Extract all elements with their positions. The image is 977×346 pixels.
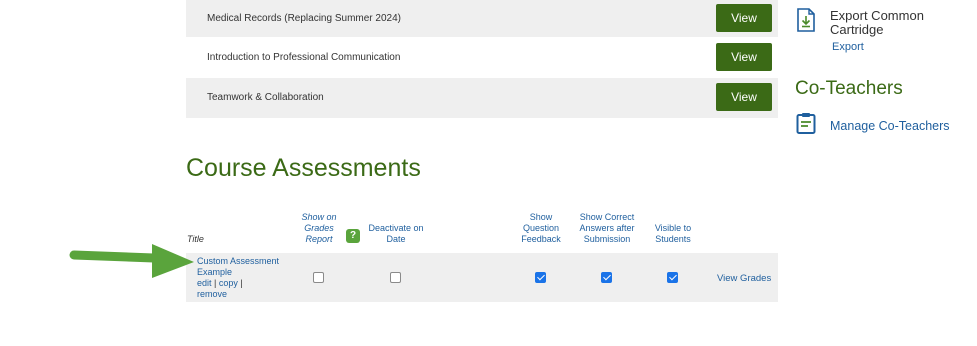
show-on-grades-checkbox[interactable] <box>313 272 324 283</box>
col-show-on-grades: Show on Grades Report <box>301 212 337 244</box>
separator: | <box>240 278 243 288</box>
module-title: Introduction to Professional Communicati… <box>207 52 401 63</box>
show-answers-checkbox[interactable] <box>601 272 612 283</box>
annotation-arrow-icon <box>68 240 198 291</box>
export-title: Export Common Cartridge <box>830 8 924 37</box>
module-row: Medical Records (Replacing Summer 2024) … <box>186 0 778 37</box>
module-row: Introduction to Professional Communicati… <box>186 38 778 78</box>
module-row: Teamwork & Collaboration View <box>186 78 778 118</box>
assessment-cell: Custom Assessment Example edit | copy | … <box>197 256 292 300</box>
section-title: Course Assessments <box>186 154 421 182</box>
module-title: Teamwork & Collaboration <box>207 92 324 103</box>
deactivate-checkbox[interactable] <box>390 272 401 283</box>
clipboard-icon <box>796 112 816 139</box>
table-row: Custom Assessment Example edit | copy | … <box>186 253 778 302</box>
export-link[interactable]: Export <box>832 41 864 53</box>
copy-link[interactable]: copy <box>219 278 238 288</box>
col-deactivate: Deactivate on Date <box>368 223 424 244</box>
manage-coteachers-link[interactable]: Manage Co-Teachers <box>830 119 950 133</box>
remove-link[interactable]: remove <box>197 289 227 299</box>
module-title: Medical Records (Replacing Summer 2024) <box>207 13 401 24</box>
coteachers-heading: Co-Teachers <box>795 78 903 99</box>
col-show-feedback: Show Question Feedback <box>521 212 561 244</box>
col-show-answers: Show Correct Answers after Submission <box>579 212 635 244</box>
view-grades-link[interactable]: View Grades <box>717 273 771 284</box>
col-visible: Visible to Students <box>654 223 692 244</box>
help-icon[interactable]: ? <box>346 229 360 243</box>
edit-link[interactable]: edit <box>197 278 212 288</box>
show-feedback-checkbox[interactable] <box>535 272 546 283</box>
export-file-icon <box>796 8 816 37</box>
view-button[interactable]: View <box>716 83 772 111</box>
view-button[interactable]: View <box>716 43 772 71</box>
assessment-title-link[interactable]: Custom Assessment Example <box>197 256 279 277</box>
visible-checkbox[interactable] <box>667 272 678 283</box>
view-button[interactable]: View <box>716 4 772 32</box>
